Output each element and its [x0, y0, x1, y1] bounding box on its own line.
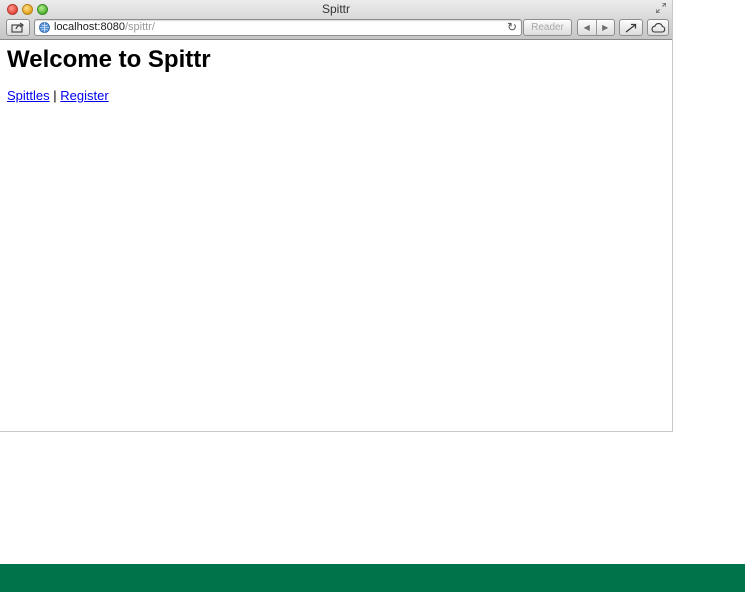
address-host: localhost:8080: [54, 21, 125, 33]
page-content: Welcome to Spittr Spittles | Register: [7, 46, 211, 103]
action-arrow-icon: [625, 23, 637, 33]
globe-icon: [39, 22, 50, 33]
address-bar[interactable]: localhost:8080/spittr/ ↻: [34, 19, 522, 36]
action-button[interactable]: [619, 19, 643, 36]
reload-icon[interactable]: ↻: [507, 20, 517, 35]
register-link[interactable]: Register: [60, 88, 108, 103]
share-button[interactable]: [6, 19, 30, 36]
back-forward-buttons: ◀ ▶: [577, 19, 615, 36]
window-title: Spittr: [321, 2, 350, 16]
page-title: Welcome to Spittr: [7, 46, 211, 73]
reader-button[interactable]: Reader: [523, 19, 572, 36]
link-separator: |: [53, 88, 57, 103]
share-icon: [11, 22, 25, 33]
cloud-icon: [651, 22, 666, 33]
spittles-link[interactable]: Spittles: [7, 88, 50, 103]
icloud-tabs-button[interactable]: [647, 19, 669, 36]
address-path: /spittr/: [124, 21, 155, 33]
footer-band: [0, 564, 745, 592]
nav-links: Spittles | Register: [7, 88, 211, 103]
browser-titlebar: Spittr localhost:8080/spittr/ ↻ Reader ◀…: [0, 0, 672, 40]
browser-window: Spittr localhost:8080/spittr/ ↻ Reader ◀…: [0, 0, 673, 432]
forward-arrow-icon[interactable]: ▶: [595, 20, 615, 35]
back-arrow-icon[interactable]: ◀: [578, 20, 596, 35]
address-url: localhost:8080/spittr/: [54, 21, 155, 34]
screenshot-canvas: Spittr localhost:8080/spittr/ ↻ Reader ◀…: [0, 0, 745, 592]
fullscreen-icon[interactable]: [656, 3, 666, 13]
